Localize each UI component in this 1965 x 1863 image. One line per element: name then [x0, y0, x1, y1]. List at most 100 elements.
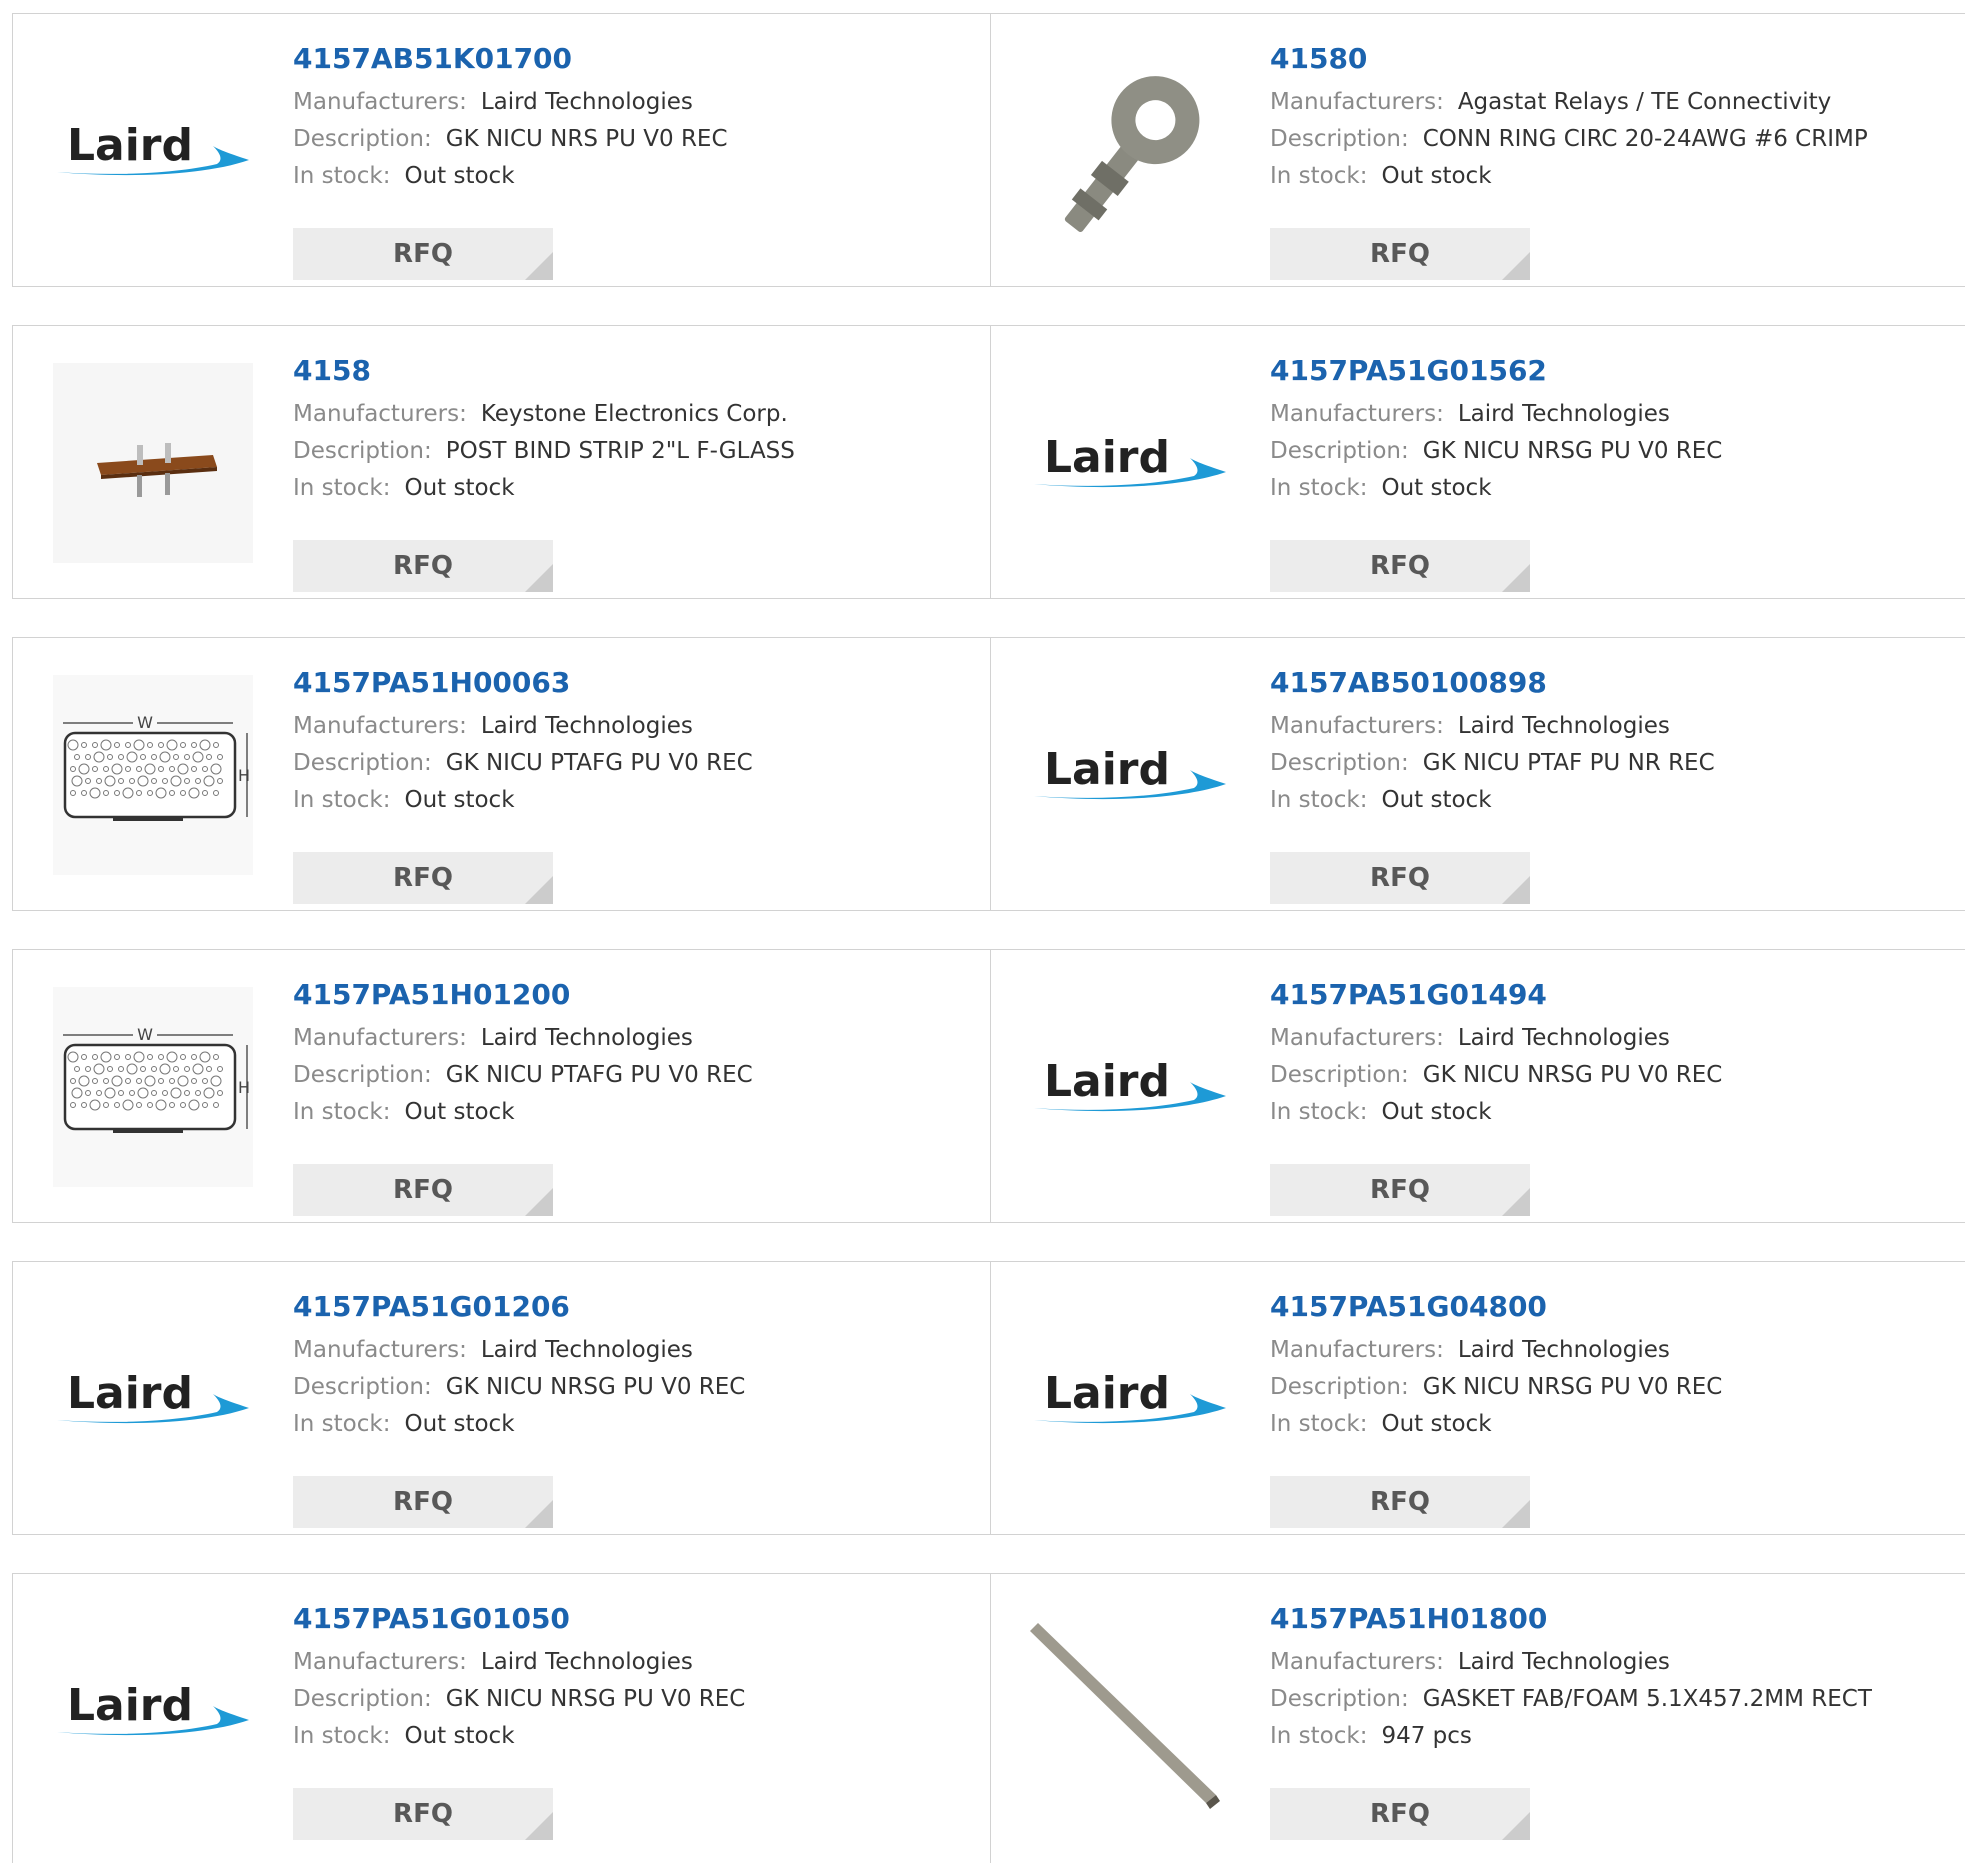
- product-thumbnail[interactable]: W H: [53, 675, 253, 875]
- product-thumbnail[interactable]: [1030, 51, 1230, 251]
- description-line: Description: GK NICU NRSG PU V0 REC: [1270, 1369, 1955, 1406]
- manufacturer-label: Manufacturers:: [1270, 89, 1444, 115]
- product-row: Laird 4157PA51G01050 Manufacturers: Laird…: [12, 1573, 1965, 1863]
- product-info: 4157PA51H01200 Manufacturers: Laird Techn…: [293, 978, 980, 1216]
- product-thumbnail[interactable]: Laird: [53, 51, 253, 251]
- part-number-link[interactable]: 4157PA51H00063: [293, 666, 980, 708]
- laird-logo: Laird: [1034, 1056, 1226, 1112]
- description-line: Description: CONN RING CIRC 20-24AWG #6 C…: [1270, 121, 1955, 158]
- product-thumbnail[interactable]: [1030, 1611, 1230, 1811]
- description-value: GK NICU PTAFG PU V0 REC: [445, 750, 753, 776]
- stock-line: In stock: Out stock: [293, 470, 980, 507]
- manufacturer-line: Manufacturers: Laird Technologies: [1270, 1644, 1955, 1681]
- manufacturer-value: Laird Technologies: [480, 713, 693, 739]
- stock-line: In stock: Out stock: [1270, 782, 1955, 819]
- manufacturer-value: Laird Technologies: [1457, 401, 1670, 427]
- rfq-button[interactable]: RFQ: [293, 228, 553, 280]
- product-info: 4157PA51H00063 Manufacturers: Laird Techn…: [293, 666, 980, 904]
- description-line: Description: GK NICU NRS PU V0 REC: [293, 121, 980, 158]
- part-number-link[interactable]: 4157PA51G04800: [1270, 1290, 1955, 1332]
- manufacturer-value: Laird Technologies: [480, 1649, 693, 1675]
- manufacturer-label: Manufacturers:: [1270, 1649, 1444, 1675]
- svg-text:H: H: [238, 766, 250, 785]
- rfq-button[interactable]: RFQ: [293, 1476, 553, 1528]
- manufacturer-value: Laird Technologies: [480, 1337, 693, 1363]
- rfq-button[interactable]: RFQ: [1270, 852, 1530, 904]
- rfq-button[interactable]: RFQ: [1270, 1788, 1530, 1840]
- description-value: GK NICU PTAF PU NR REC: [1422, 750, 1715, 776]
- rfq-button[interactable]: RFQ: [293, 1164, 553, 1216]
- corner-triangle-icon: [525, 1500, 553, 1528]
- stock-label: In stock:: [293, 1411, 391, 1437]
- product-info: 4157AB51K01700 Manufacturers: Laird Techn…: [293, 42, 980, 280]
- part-number-link[interactable]: 4157PA51G01494: [1270, 978, 1955, 1020]
- part-number-link[interactable]: 4157AB50100898: [1270, 666, 1955, 708]
- product-thumbnail[interactable]: Laird: [53, 1611, 253, 1811]
- product-thumbnail[interactable]: Laird: [1030, 987, 1230, 1187]
- description-label: Description:: [1270, 1686, 1409, 1712]
- manufacturer-value: Laird Technologies: [1457, 1025, 1670, 1051]
- laird-logo-text: Laird: [1044, 744, 1170, 795]
- description-value: GK NICU NRS PU V0 REC: [445, 126, 728, 152]
- product-card: Laird 4157PA51G01206 Manufacturers: Laird…: [13, 1262, 991, 1534]
- stock-line: In stock: Out stock: [293, 1718, 980, 1755]
- rfq-button[interactable]: RFQ: [293, 1788, 553, 1840]
- part-number-link[interactable]: 4157AB51K01700: [293, 42, 980, 84]
- product-thumbnail[interactable]: W H: [53, 987, 253, 1187]
- part-number-link[interactable]: 4157PA51H01800: [1270, 1602, 1955, 1644]
- product-card: Laird 4157AB51K01700 Manufacturers: Laird…: [13, 14, 991, 286]
- rfq-label: RFQ: [1370, 863, 1430, 893]
- product-thumbnail[interactable]: Laird: [1030, 675, 1230, 875]
- rfq-label: RFQ: [393, 1799, 453, 1829]
- product-card: 41580 Manufacturers: Agastat Relays / TE …: [990, 14, 1965, 286]
- rfq-button[interactable]: RFQ: [293, 852, 553, 904]
- part-number-link[interactable]: 4157PA51H01200: [293, 978, 980, 1020]
- part-number-link[interactable]: 4157PA51G01050: [293, 1602, 980, 1644]
- rfq-button[interactable]: RFQ: [1270, 1164, 1530, 1216]
- product-info: 4157PA51G01494 Manufacturers: Laird Techn…: [1270, 978, 1955, 1216]
- product-info: 4157PA51G01206 Manufacturers: Laird Techn…: [293, 1290, 980, 1528]
- laird-logo-text: Laird: [1044, 432, 1170, 483]
- product-card: Laird 4157PA51G01494 Manufacturers: Laird…: [990, 950, 1965, 1222]
- product-thumbnail[interactable]: Laird: [1030, 363, 1230, 563]
- description-value: CONN RING CIRC 20-24AWG #6 CRIMP: [1422, 126, 1868, 152]
- stock-value: Out stock: [1381, 1099, 1492, 1125]
- rfq-button[interactable]: RFQ: [1270, 1476, 1530, 1528]
- product-card: 4158 Manufacturers: Keystone Electronics …: [13, 326, 991, 598]
- stock-label: In stock:: [1270, 787, 1368, 813]
- description-label: Description:: [293, 438, 432, 464]
- manufacturer-value: Laird Technologies: [1457, 713, 1670, 739]
- product-card: Laird 4157PA51G04800 Manufacturers: Laird…: [990, 1262, 1965, 1534]
- product-thumbnail[interactable]: Laird: [53, 1299, 253, 1499]
- part-number-link[interactable]: 4157PA51G01206: [293, 1290, 980, 1332]
- manufacturer-label: Manufacturers:: [293, 1337, 467, 1363]
- manufacturer-line: Manufacturers: Laird Technologies: [293, 84, 980, 121]
- manufacturer-line: Manufacturers: Laird Technologies: [1270, 396, 1955, 433]
- part-number-link[interactable]: 4158: [293, 354, 980, 396]
- corner-triangle-icon: [1502, 252, 1530, 280]
- corner-triangle-icon: [1502, 1812, 1530, 1840]
- product-thumbnail[interactable]: Laird: [1030, 1299, 1230, 1499]
- rfq-button[interactable]: RFQ: [293, 540, 553, 592]
- stock-value: Out stock: [1381, 163, 1492, 189]
- stock-line: In stock: Out stock: [293, 782, 980, 819]
- corner-triangle-icon: [525, 252, 553, 280]
- rfq-button[interactable]: RFQ: [1270, 540, 1530, 592]
- rfq-button[interactable]: RFQ: [1270, 228, 1530, 280]
- product-row: Laird 4157AB51K01700 Manufacturers: Laird…: [12, 13, 1965, 287]
- description-value: GASKET FAB/FOAM 5.1X457.2MM RECT: [1422, 1686, 1872, 1712]
- product-row: W H 4157PA51H01200 Manufacturers: Laird T…: [12, 949, 1965, 1223]
- svg-text:W: W: [137, 1025, 153, 1044]
- ring-terminal-image: [1030, 51, 1230, 251]
- description-line: Description: GASKET FAB/FOAM 5.1X457.2MM …: [1270, 1681, 1955, 1718]
- manufacturer-value: Keystone Electronics Corp.: [480, 401, 788, 427]
- manufacturer-value: Laird Technologies: [1457, 1337, 1670, 1363]
- corner-triangle-icon: [525, 1812, 553, 1840]
- part-number-link[interactable]: 4157PA51G01562: [1270, 354, 1955, 396]
- description-label: Description:: [293, 1062, 432, 1088]
- part-number-link[interactable]: 41580: [1270, 42, 1955, 84]
- manufacturer-label: Manufacturers:: [293, 401, 467, 427]
- stock-line: In stock: Out stock: [293, 1406, 980, 1443]
- stock-line: In stock: 947 pcs: [1270, 1718, 1955, 1755]
- product-thumbnail[interactable]: [53, 363, 253, 563]
